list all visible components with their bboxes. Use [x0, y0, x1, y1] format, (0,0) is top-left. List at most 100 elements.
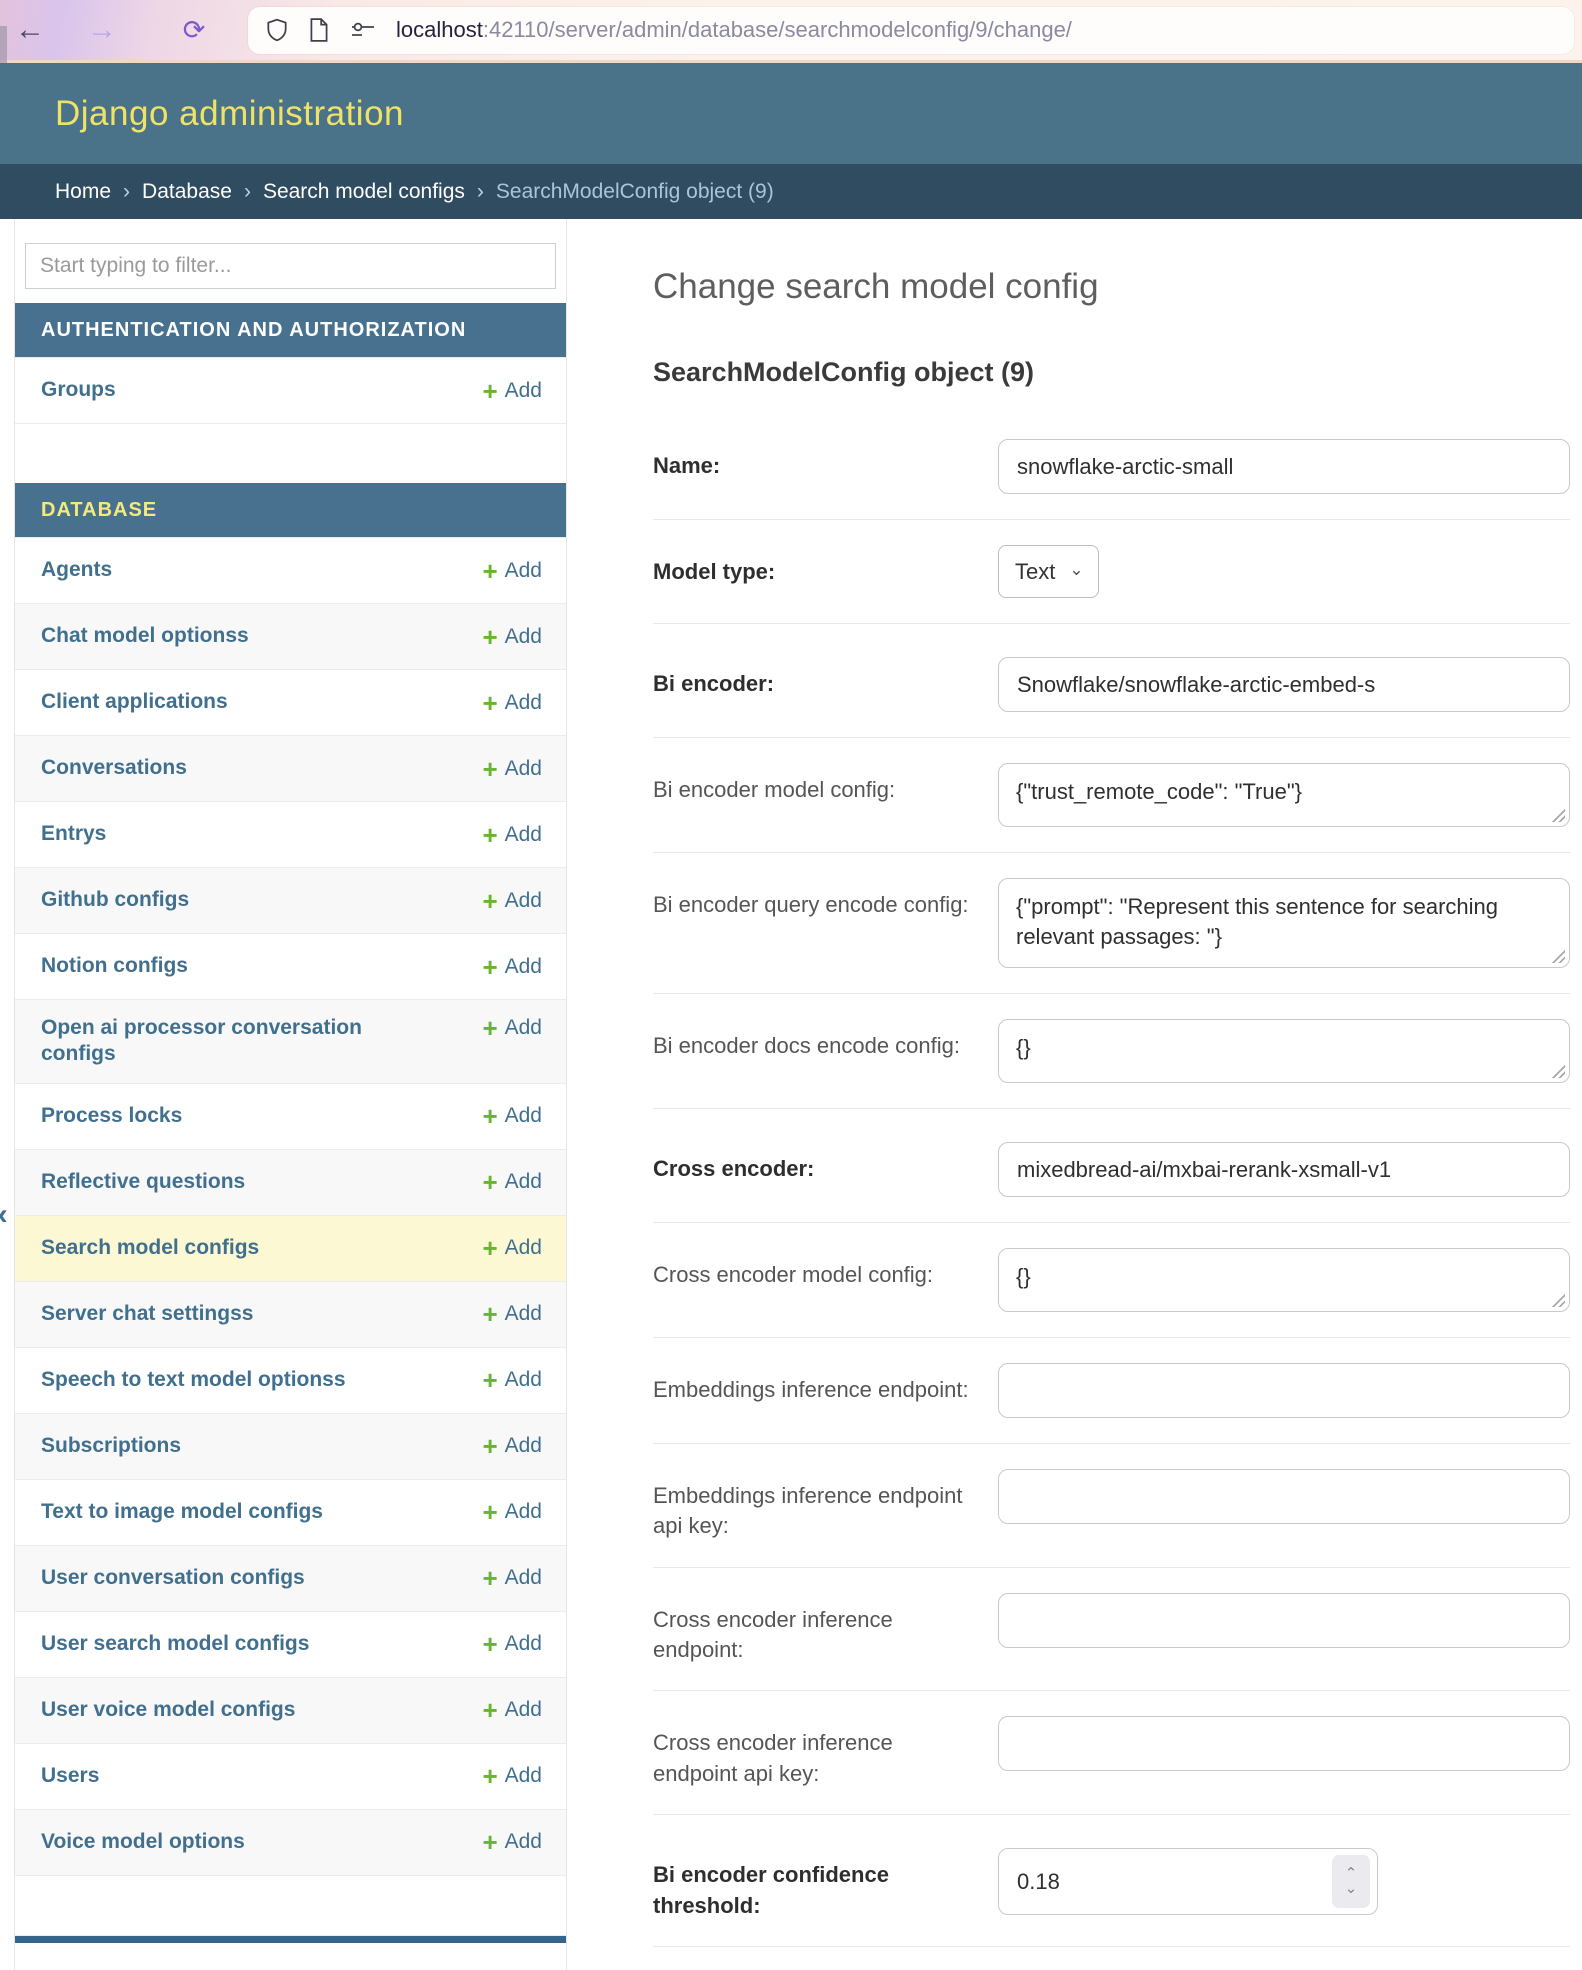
sidebar-item-reflective-questions[interactable]: Reflective questions [41, 1169, 245, 1195]
sidebar-filter-input[interactable] [25, 243, 556, 289]
field-area-bi-encoder-query-encode-config: {"prompt": "Represent this sentence for … [998, 878, 1570, 968]
bi-encoder-docs-encode-config-textarea[interactable]: {} [998, 1019, 1570, 1083]
add-server-chat-settingss-link[interactable]: +Add [482, 1301, 542, 1327]
sidebar-item-github-configs[interactable]: Github configs [41, 887, 189, 913]
page-title: Change search model config [653, 267, 1570, 307]
sidebar-item-user-search-model-configs[interactable]: User search model configs [41, 1631, 309, 1657]
model-type-select[interactable]: Text⌄ [998, 545, 1099, 598]
add-text-to-image-model-configs-link[interactable]: +Add [482, 1499, 542, 1525]
sidebar-item-conversations[interactable]: Conversations [41, 755, 187, 781]
sidebar-item-subscriptions[interactable]: Subscriptions [41, 1433, 181, 1459]
add-github-configs-link[interactable]: +Add [482, 888, 542, 914]
sidebar-item-voice-model-options[interactable]: Voice model options [41, 1829, 245, 1855]
add-entrys-link[interactable]: +Add [482, 822, 542, 848]
sidebar-row-groups: Groups +Add [15, 357, 566, 423]
add-reflective-questions-link[interactable]: +Add [482, 1169, 542, 1195]
permissions-icon[interactable] [348, 19, 378, 41]
field-area-cross-encoder-inference-endpoint-api-key [998, 1716, 1570, 1789]
resize-grip-icon[interactable] [1548, 805, 1565, 822]
cross-encoder-input[interactable] [998, 1142, 1570, 1197]
forward-button[interactable]: → [80, 15, 124, 45]
site-title[interactable]: Django administration [55, 94, 404, 134]
sidebar-row-agents: Agents +Add [15, 537, 566, 603]
sidebar-row-user-conversation-configs: User conversation configs +Add [15, 1545, 566, 1611]
name-input[interactable] [998, 439, 1570, 494]
add-process-locks-link[interactable]: +Add [482, 1103, 542, 1129]
add-voice-model-options-link[interactable]: +Add [482, 1829, 542, 1855]
resize-grip-icon[interactable] [1548, 946, 1565, 963]
cross-encoder-model-config-textarea[interactable]: {} [998, 1248, 1570, 1312]
add-notion-configs-link[interactable]: +Add [482, 954, 542, 980]
field-area-bi-encoder-model-config: {"trust_remote_code": "True"} [998, 763, 1570, 827]
breadcrumb-link-search-model-configs[interactable]: Search model configs [263, 180, 465, 204]
sidebar-item-search-model-configs[interactable]: Search model configs [41, 1235, 259, 1261]
breadcrumb-link-database[interactable]: Database [142, 180, 232, 204]
bi-encoder-model-config-textarea[interactable]: {"trust_remote_code": "True"} [998, 763, 1570, 827]
sidebar-row-client-applications: Client applications +Add [15, 669, 566, 735]
add-agents-link[interactable]: +Add [482, 558, 542, 584]
add-user-search-model-configs-link[interactable]: +Add [482, 1631, 542, 1657]
cross-encoder-inference-endpoint-api-key-input[interactable] [998, 1716, 1570, 1771]
sidebar-item-server-chat-settingss[interactable]: Server chat settingss [41, 1301, 253, 1327]
plus-icon: + [482, 1763, 497, 1789]
cross-encoder-inference-endpoint-input[interactable] [998, 1593, 1570, 1648]
sidebar-item-groups[interactable]: Groups [41, 377, 116, 403]
sidebar-item-process-locks[interactable]: Process locks [41, 1103, 182, 1129]
sidebar-item-user-voice-model-configs[interactable]: User voice model configs [41, 1697, 295, 1723]
add-users-link[interactable]: +Add [482, 1763, 542, 1789]
plus-icon: + [482, 1565, 497, 1591]
number-spinner[interactable]: ⌃⌄ [1332, 1855, 1370, 1908]
sidebar-item-client-applications[interactable]: Client applications [41, 689, 228, 715]
add-user-voice-model-configs-link[interactable]: +Add [482, 1697, 542, 1723]
sidebar-collapse-icon[interactable]: « [0, 1198, 8, 1232]
sidebar-item-text-to-image-model-configs[interactable]: Text to image model configs [41, 1499, 323, 1525]
plus-icon: + [482, 1433, 497, 1459]
bi-encoder-confidence-threshold-number-input[interactable]: 0.18⌃⌄ [998, 1848, 1378, 1915]
field-label-embeddings-inference-endpoint: Embeddings inference endpoint: [653, 1363, 998, 1418]
add-chat-model-optionss-link[interactable]: +Add [482, 624, 542, 650]
sidebar-item-user-conversation-configs[interactable]: User conversation configs [41, 1565, 305, 1591]
resize-grip-icon[interactable] [1548, 1290, 1565, 1307]
sidebar-item-agents[interactable]: Agents [41, 557, 112, 583]
embeddings-inference-endpoint-input[interactable] [998, 1363, 1570, 1418]
form-row-cross-encoder: Cross encoder: [653, 1109, 1570, 1223]
plus-icon: + [482, 822, 497, 848]
sidebar-item-chat-model-optionss[interactable]: Chat model optionss [41, 623, 249, 649]
form-row-bi-encoder-confidence-threshold: Bi encoder confidence threshold:0.18⌃⌄ [653, 1815, 1570, 1947]
plus-icon: + [482, 1631, 497, 1657]
sidebar-item-entrys[interactable]: Entrys [41, 821, 106, 847]
add-user-conversation-configs-link[interactable]: +Add [482, 1565, 542, 1591]
address-bar[interactable]: localhost:42110/server/admin/database/se… [248, 7, 1574, 54]
sidebar-item-notion-configs[interactable]: Notion configs [41, 953, 188, 979]
breadcrumb-link-home[interactable]: Home [55, 180, 111, 204]
selected-option: Text [1015, 559, 1055, 585]
refresh-button[interactable]: ⟳ [172, 17, 216, 44]
sidebar-section-authentication-and-authorization[interactable]: AUTHENTICATION AND AUTHORIZATION [15, 303, 566, 357]
page-icon[interactable] [308, 17, 330, 43]
embeddings-inference-endpoint-api-key-input[interactable] [998, 1469, 1570, 1524]
bi-encoder-query-encode-config-textarea[interactable]: {"prompt": "Represent this sentence for … [998, 878, 1570, 968]
sidebar-row-entrys: Entrys +Add [15, 801, 566, 867]
add-subscriptions-link[interactable]: +Add [482, 1433, 542, 1459]
back-button[interactable]: ← [8, 15, 52, 45]
field-label-cross-encoder-model-config: Cross encoder model config: [653, 1248, 998, 1312]
breadcrumb-separator: › [244, 180, 251, 204]
spinner-down-icon[interactable]: ⌄ [1345, 1882, 1358, 1896]
add-conversations-link[interactable]: +Add [482, 756, 542, 782]
add-search-model-configs-link[interactable]: +Add [482, 1235, 542, 1261]
sidebar-row-github-configs: Github configs +Add [15, 867, 566, 933]
shield-icon[interactable] [264, 16, 290, 44]
sidebar-item-users[interactable]: Users [41, 1763, 99, 1789]
add-groups-link[interactable]: +Add [482, 378, 542, 404]
field-area-embeddings-inference-endpoint [998, 1363, 1570, 1418]
sidebar-section-database[interactable]: DATABASE [15, 483, 566, 537]
sidebar-item-speech-to-text-model-optionss[interactable]: Speech to text model optionss [41, 1367, 346, 1393]
sidebar-item-open-ai-processor-conversation-configs[interactable]: Open ai processor conversation configs [41, 1015, 371, 1068]
add-speech-to-text-model-optionss-link[interactable]: +Add [482, 1367, 542, 1393]
resize-grip-icon[interactable] [1548, 1061, 1565, 1078]
plus-icon: + [482, 690, 497, 716]
add-client-applications-link[interactable]: +Add [482, 690, 542, 716]
field-label-name: Name: [653, 439, 998, 494]
add-open-ai-processor-conversation-configs-link[interactable]: +Add [482, 1015, 542, 1041]
bi-encoder-input[interactable] [998, 657, 1570, 712]
